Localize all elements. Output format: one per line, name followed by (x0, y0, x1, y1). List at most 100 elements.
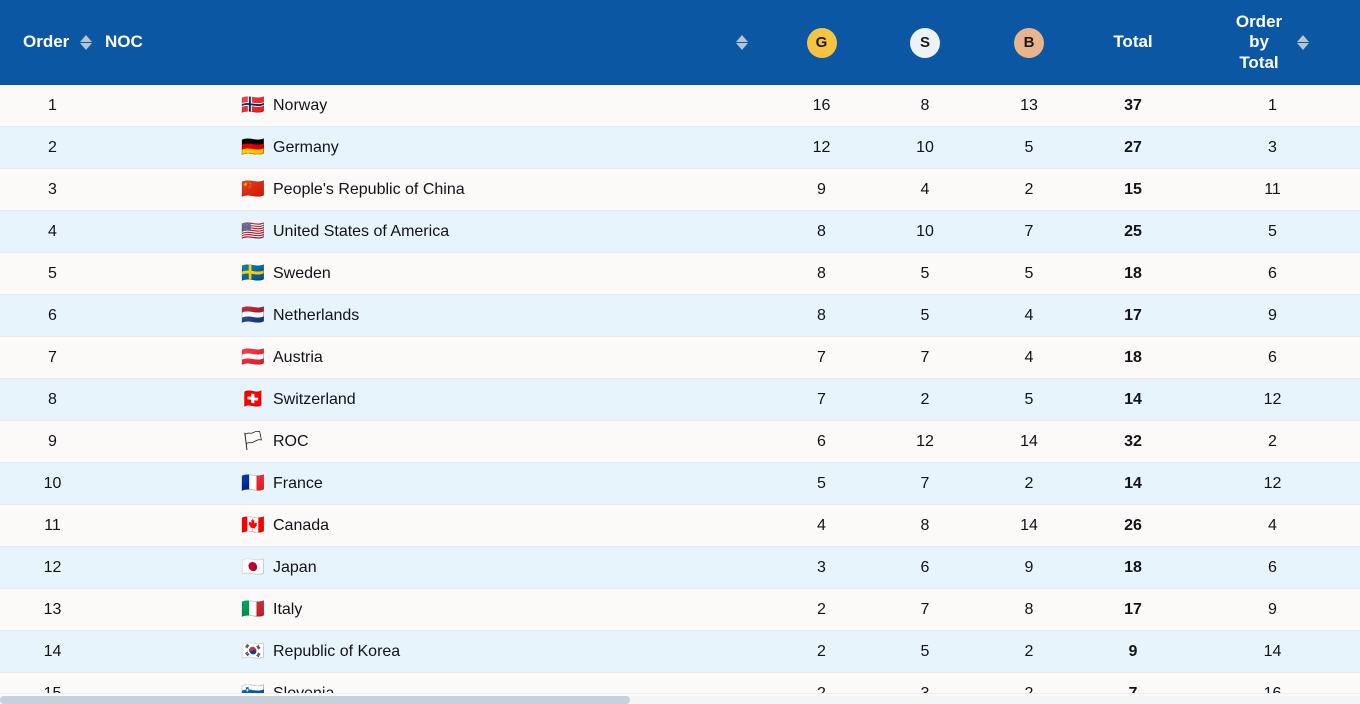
country-flag-icon: 🇫🇷 (241, 472, 265, 494)
cell-gold-count: 8 (770, 210, 873, 253)
cell-noc: 🇰🇷 Republic of Korea (105, 630, 770, 673)
country-flag-icon: 🇸🇪 (241, 262, 265, 284)
column-header-noc[interactable]: NOC (105, 0, 770, 85)
cell-order: 3 (0, 168, 105, 211)
cell-order-by-total: 4 (1185, 504, 1360, 547)
scrollbar-thumb[interactable] (0, 696, 630, 704)
cell-bronze-count: 9 (977, 546, 1081, 589)
cell-total-count: 25 (1081, 210, 1185, 253)
cell-order: 7 (0, 336, 105, 379)
table-row[interactable]: 11 🇨🇦 Canada 4 8 14 26 4 (0, 504, 1360, 547)
country-name: Austria (273, 348, 323, 366)
cell-order-by-total: 9 (1185, 294, 1360, 337)
cell-order-by-total: 5 (1185, 210, 1360, 253)
cell-order: 10 (0, 462, 105, 505)
cell-gold-count: 6 (770, 420, 873, 463)
table-row[interactable]: 14 🇰🇷 Republic of Korea 2 5 2 9 14 (0, 630, 1360, 673)
cell-order: 9 (0, 420, 105, 463)
cell-order-by-total: 12 (1185, 378, 1360, 421)
table-row[interactable]: 10 🇫🇷 France 5 7 2 14 12 (0, 462, 1360, 505)
cell-silver-count: 6 (873, 546, 977, 589)
country-flag-icon: 🇨🇭 (241, 388, 265, 410)
country-flag-icon: 🇩🇪 (241, 136, 265, 158)
cell-order: 4 (0, 210, 105, 253)
column-header-total-label: Total (1113, 32, 1153, 52)
country-name: France (273, 474, 323, 492)
cell-noc: 🇨🇦 Canada (105, 504, 770, 547)
column-header-silver[interactable]: S (873, 0, 977, 85)
cell-gold-count: 7 (770, 378, 873, 421)
country-name: Netherlands (273, 306, 360, 324)
cell-total-count: 15 (1081, 168, 1185, 211)
table-row[interactable]: 6 🇳🇱 Netherlands 8 5 4 17 9 (0, 294, 1360, 337)
sort-updown-icon[interactable] (735, 35, 748, 50)
cell-order-by-total: 1 (1185, 85, 1360, 127)
cell-bronze-count: 5 (977, 252, 1081, 295)
sort-updown-icon[interactable] (1296, 35, 1309, 50)
cell-total-count: 27 (1081, 126, 1185, 169)
medal-standings-table: Order NOC G S B Total Order by Total 1 🇳… (0, 0, 1360, 704)
cell-total-count: 32 (1081, 420, 1185, 463)
country-flag-icon: 🏳 (240, 430, 266, 452)
cell-noc: 🇸🇪 Sweden (105, 252, 770, 295)
country-flag-icon: 🇳🇴 (241, 94, 265, 116)
country-name: United States of America (273, 222, 450, 240)
column-header-bronze[interactable]: B (977, 0, 1081, 85)
column-header-total[interactable]: Total (1081, 0, 1185, 85)
cell-total-count: 18 (1081, 546, 1185, 589)
cell-bronze-count: 2 (977, 630, 1081, 673)
cell-order: 13 (0, 588, 105, 631)
column-header-noc-label: NOC (105, 32, 143, 52)
cell-gold-count: 2 (770, 588, 873, 631)
cell-noc: 🇳🇱 Netherlands (105, 294, 770, 337)
cell-order: 8 (0, 378, 105, 421)
table-row[interactable]: 8 🇨🇭 Switzerland 7 2 5 14 12 (0, 378, 1360, 421)
country-name: Canada (273, 516, 330, 534)
cell-gold-count: 16 (770, 85, 873, 127)
column-header-order[interactable]: Order (0, 0, 105, 85)
table-row[interactable]: 9 🏳 ROC 6 12 14 32 2 (0, 420, 1360, 463)
cell-order-by-total: 12 (1185, 462, 1360, 505)
column-header-order-by-total[interactable]: Order by Total (1185, 0, 1360, 85)
cell-bronze-count: 2 (977, 462, 1081, 505)
cell-noc: 🇩🇪 Germany (105, 126, 770, 169)
table-row[interactable]: 5 🇸🇪 Sweden 8 5 5 18 6 (0, 252, 1360, 295)
table-row[interactable]: 3 🇨🇳 People's Republic of China 9 4 2 15 11 (0, 168, 1360, 211)
cell-silver-count: 5 (873, 252, 977, 295)
table-row[interactable]: 4 🇺🇸 United States of America 8 10 7 25 5 (0, 210, 1360, 253)
country-name: Sweden (273, 264, 331, 282)
cell-bronze-count: 14 (977, 420, 1081, 463)
horizontal-scrollbar[interactable] (0, 693, 1360, 704)
cell-order: 12 (0, 546, 105, 589)
column-header-order-label: Order (23, 32, 70, 52)
table-row[interactable]: 13 🇮🇹 Italy 2 7 8 17 9 (0, 588, 1360, 631)
cell-gold-count: 3 (770, 546, 873, 589)
silver-medal-icon: S (910, 27, 940, 58)
sort-updown-icon[interactable] (79, 35, 92, 50)
table-row[interactable]: 12 🇯🇵 Japan 3 6 9 18 6 (0, 546, 1360, 589)
cell-order-by-total: 3 (1185, 126, 1360, 169)
table-row[interactable]: 2 🇩🇪 Germany 12 10 5 27 3 (0, 126, 1360, 169)
cell-order-by-total: 14 (1185, 630, 1360, 673)
table-row[interactable]: 1 🇳🇴 Norway 16 8 13 37 1 (0, 85, 1360, 127)
table-body: 1 🇳🇴 Norway 16 8 13 37 1 2 🇩🇪 Germany 12 10 5 27 3 3 🇨🇳 Pe… (0, 85, 1360, 704)
silver-medal-label: S (919, 33, 930, 51)
table-row[interactable]: 7 🇦🇹 Austria 7 7 4 18 6 (0, 336, 1360, 379)
cell-order: 5 (0, 252, 105, 295)
cell-silver-count: 5 (873, 630, 977, 673)
country-flag-icon: 🇳🇱 (241, 304, 265, 326)
cell-order-by-total: 2 (1185, 420, 1360, 463)
cell-gold-count: 5 (770, 462, 873, 505)
medal-standings-panel: Order NOC G S B Total Order by Total 1 🇳… (0, 0, 1360, 704)
cell-bronze-count: 8 (977, 588, 1081, 631)
column-header-gold[interactable]: G (770, 0, 873, 85)
cell-gold-count: 4 (770, 504, 873, 547)
cell-order: 11 (0, 504, 105, 547)
cell-bronze-count: 14 (977, 504, 1081, 547)
cell-order-by-total: 6 (1185, 336, 1360, 379)
country-name: People's Republic of China (273, 180, 465, 198)
country-name: Italy (273, 600, 303, 618)
cell-bronze-count: 7 (977, 210, 1081, 253)
cell-order-by-total: 11 (1185, 168, 1360, 211)
cell-noc: 🇮🇹 Italy (105, 588, 770, 631)
